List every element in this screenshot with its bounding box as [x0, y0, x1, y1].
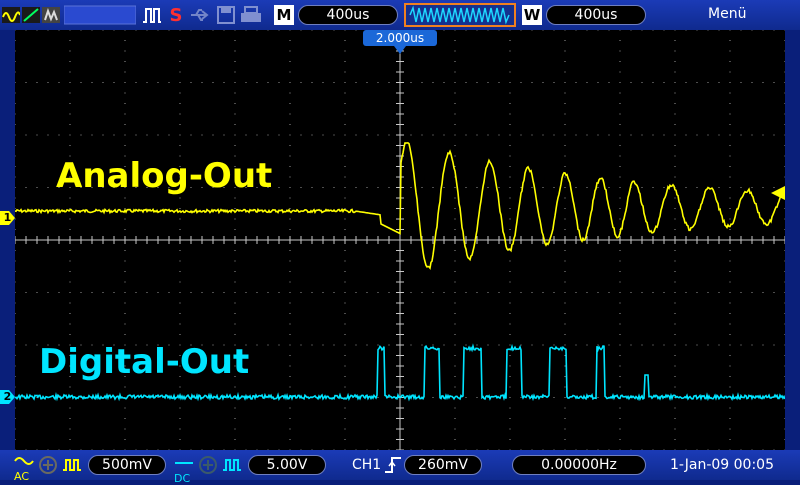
print-icon[interactable] — [240, 4, 262, 26]
trigger-level-arrow-icon — [771, 186, 785, 200]
scope-display: 2.000us Analog-Out Digital-Out — [15, 30, 785, 450]
trigger-offset-value: 2.000us — [375, 31, 425, 45]
ch1-waveform-icon[interactable] — [2, 4, 20, 26]
ch1-scale[interactable]: 500mV — [88, 455, 166, 475]
usb-icon — [190, 4, 210, 26]
ch1-label: Analog-Out — [56, 156, 273, 196]
ch2-marker-number: 2 — [3, 390, 12, 403]
rising-edge-icon — [385, 457, 401, 473]
math-icon[interactable] — [42, 4, 60, 26]
ch1-coupling: AC — [14, 470, 30, 483]
trigger-offset-badge: 2.000us — [363, 30, 437, 46]
ch2-label: Digital-Out — [39, 342, 250, 382]
ch2-waveform-icon[interactable] — [22, 4, 40, 26]
ch2-coupling-icon[interactable]: DC — [174, 452, 194, 484]
stop-icon[interactable]: S — [168, 4, 184, 26]
trigger-source[interactable]: CH1 — [352, 457, 381, 473]
window-label: W — [522, 5, 542, 25]
ch2-marker[interactable]: 2 — [0, 390, 15, 404]
ch1-marker[interactable]: 1 — [0, 211, 15, 225]
ch1-marker-number: 1 — [3, 211, 12, 224]
menu-button[interactable]: Menü — [708, 6, 746, 22]
trigger-position-arrow-icon — [394, 46, 406, 54]
ch1-coupling-icon[interactable]: AC — [14, 452, 34, 482]
pulse-icon[interactable] — [142, 4, 162, 26]
trigger-position-bar[interactable] — [404, 3, 516, 27]
graticule — [15, 30, 785, 450]
date-time: 1-Jan-09 00:05 — [670, 457, 774, 473]
ch2-bandwidth-icon — [223, 459, 241, 471]
timebase-label: M — [274, 5, 294, 25]
timebase-value[interactable]: 400us — [298, 5, 398, 25]
reference-icon[interactable] — [64, 4, 136, 26]
trigger-level[interactable]: 260mV — [404, 455, 482, 475]
ch1-invert-icon — [39, 456, 57, 474]
bottom-status-bar: AC 500mV DC 5.00V CH1 260mV 0.00000Hz 1-… — [0, 450, 800, 484]
ch1-bandwidth-icon — [63, 459, 81, 471]
top-toolbar: S M 400us W 400us Menü — [0, 0, 800, 30]
frequency-counter: 0.00000Hz — [512, 455, 646, 475]
window-value[interactable]: 400us — [546, 5, 646, 25]
ch2-invert-icon — [199, 456, 217, 474]
save-icon[interactable] — [216, 4, 236, 26]
ch2-coupling: DC — [174, 472, 191, 485]
ch2-scale[interactable]: 5.00V — [248, 455, 326, 475]
waveform-overview-icon — [409, 5, 510, 25]
